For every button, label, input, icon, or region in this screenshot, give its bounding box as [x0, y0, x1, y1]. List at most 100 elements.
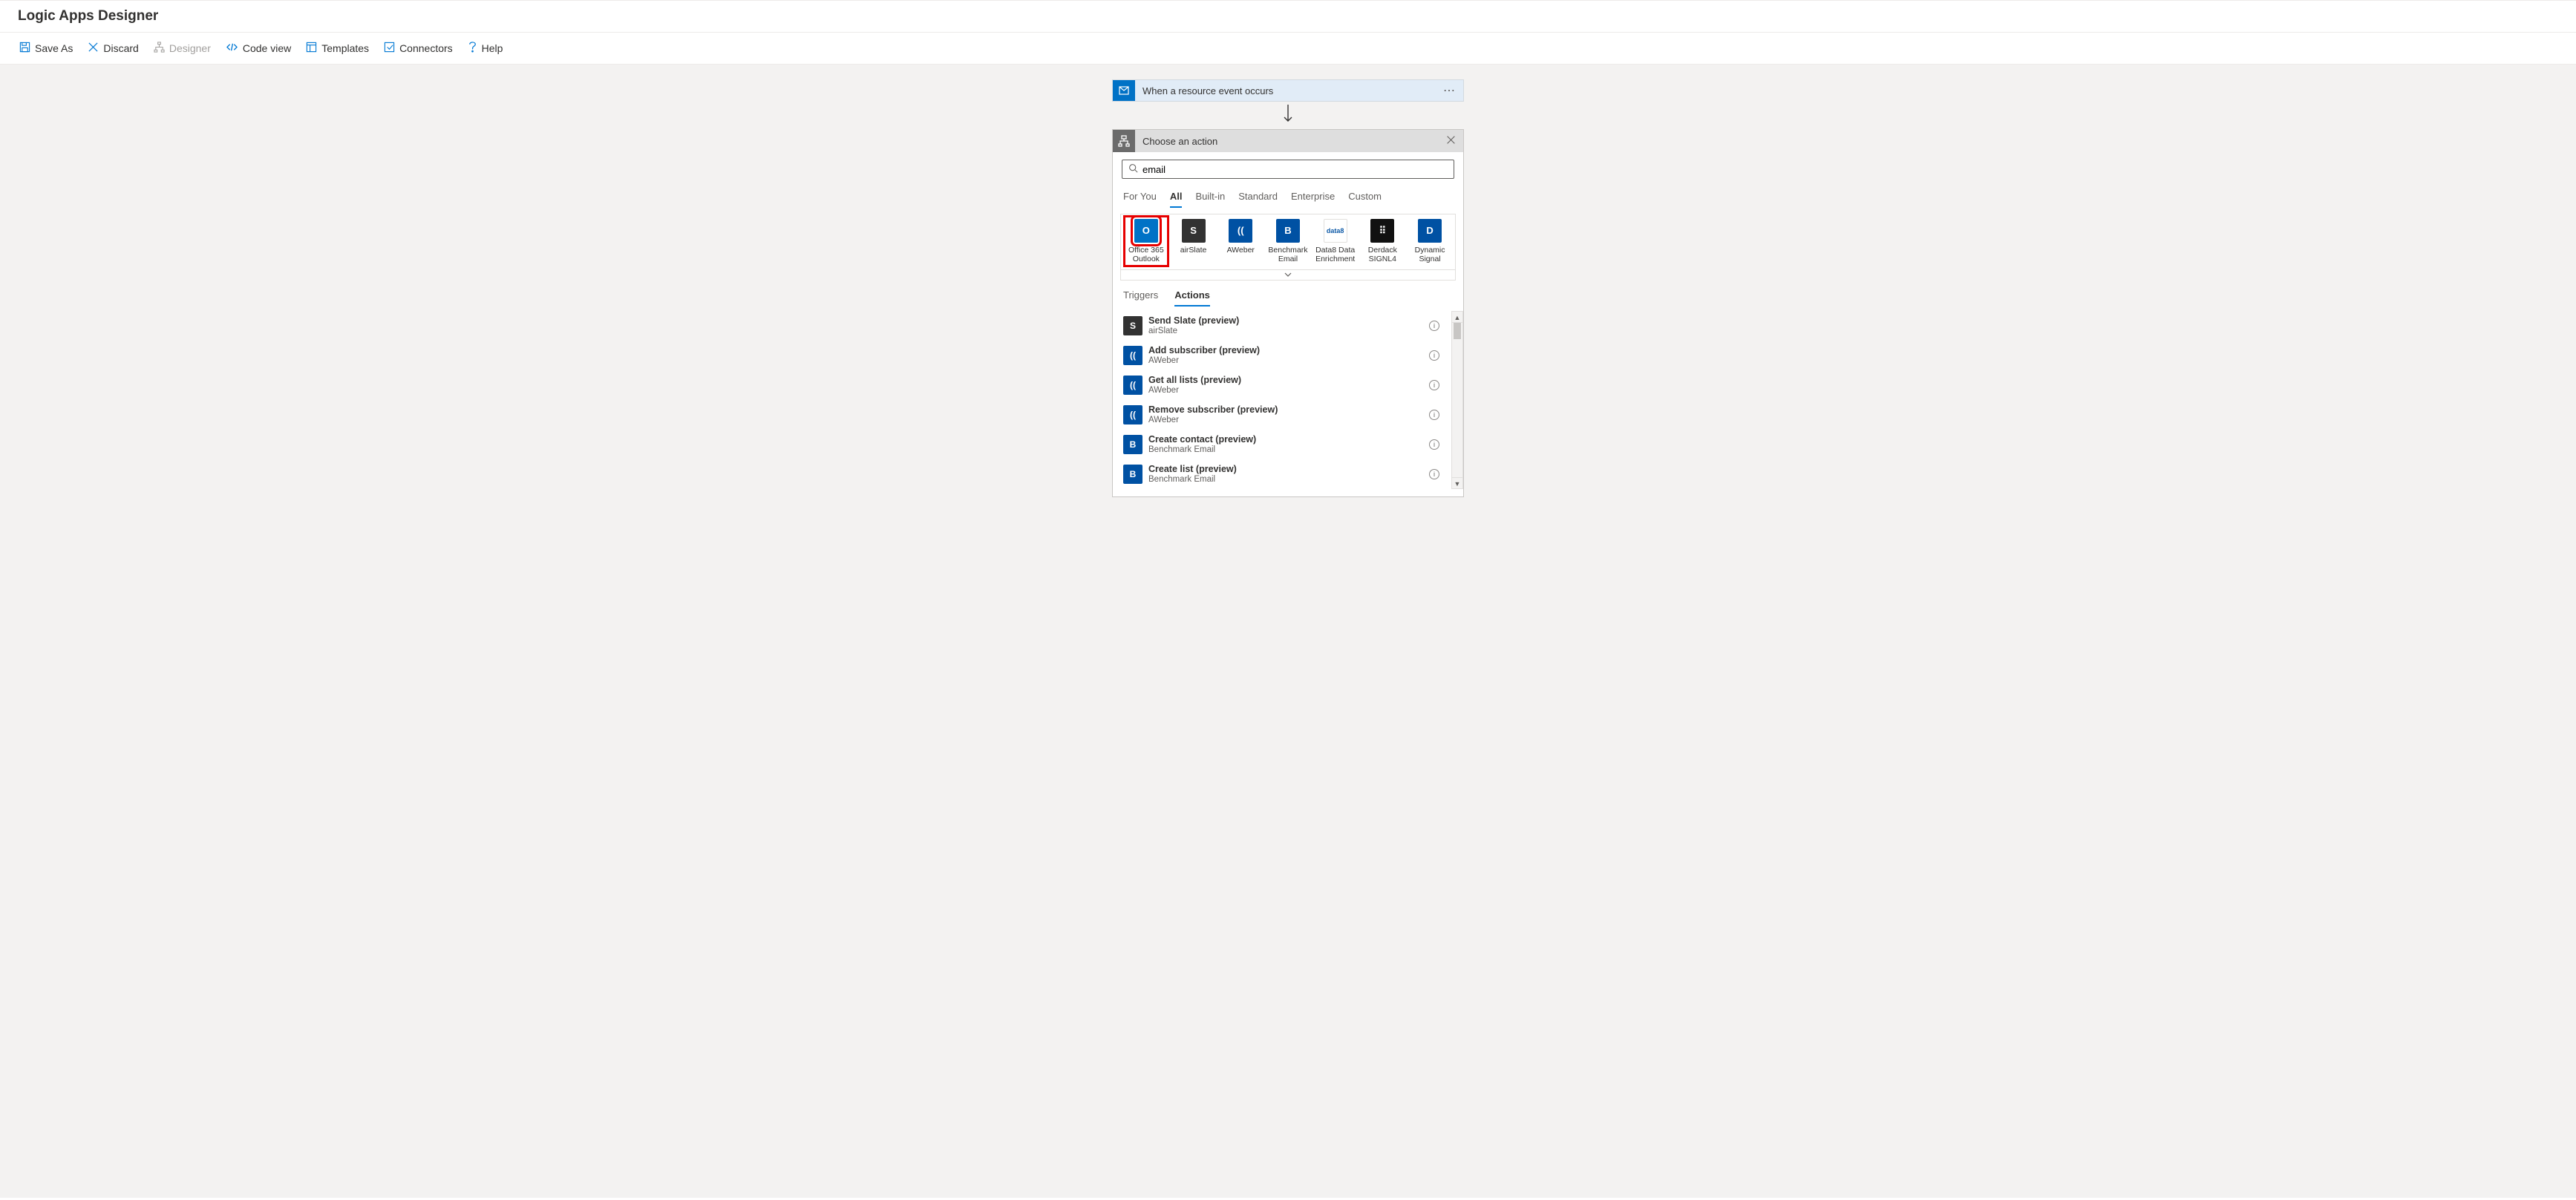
filter-tabs: For You All Built-in Standard Enterprise Cust… [1113, 183, 1463, 208]
connector-label: Office 365 Outlook [1124, 246, 1168, 263]
info-icon[interactable]: i [1429, 469, 1439, 479]
action-name: Add subscriber (preview) [1148, 345, 1423, 355]
connector-icon: (( [1229, 219, 1252, 243]
connector-grid: OOffice 365 OutlookSairSlate((AWeberBBen… [1121, 214, 1455, 269]
action-connector-name: Benchmark Email [1148, 474, 1423, 485]
designer-canvas: When a resource event occurs ⋯ Choose an… [0, 65, 2576, 1198]
action-item[interactable]: ((Remove subscriber (preview)AWeberi [1123, 400, 1448, 430]
filter-tab-built-in[interactable]: Built-in [1195, 186, 1225, 208]
triggers-actions-tabs: Triggers Actions [1113, 281, 1463, 306]
action-list: S Send Slate (preview)airSlate i (( Add subs… [1113, 311, 1451, 489]
info-icon[interactable]: i [1429, 321, 1439, 331]
connector-aweber[interactable]: (( AWeber [1218, 219, 1263, 266]
action-item[interactable]: (( Get all lists (preview)AWeberi [1123, 370, 1448, 400]
connector-icon: data8 [1324, 219, 1347, 243]
connectors-label: Connectors [399, 42, 453, 54]
search-input[interactable] [1142, 164, 1448, 175]
save-as-label: Save As [35, 42, 73, 54]
connector-arrow-icon [1281, 102, 1295, 129]
save-as-button[interactable]: Save As [13, 37, 79, 59]
action-name: Create contact (preview) [1148, 434, 1423, 445]
action-connector-icon: S [1123, 316, 1142, 335]
action-name: Get all lists (preview) [1148, 375, 1423, 385]
connector-label: airSlate [1171, 246, 1216, 255]
trigger-card[interactable]: When a resource event occurs ⋯ [1112, 79, 1464, 102]
connector-label: Benchmark Email [1266, 246, 1310, 263]
close-panel-button[interactable] [1439, 135, 1463, 147]
code-icon [226, 42, 238, 55]
action-item[interactable]: S Send Slate (preview)airSlate i [1123, 311, 1448, 341]
scroll-up-button[interactable]: ▲ [1451, 311, 1463, 323]
connector-derdack[interactable]: ⠿Derdack SIGNL4 [1360, 219, 1405, 266]
event-grid-icon [1113, 79, 1135, 102]
hierarchy-icon [154, 42, 165, 55]
connector-icon: O [1134, 219, 1158, 243]
connector-icon: ⠿ [1370, 219, 1394, 243]
action-connector-icon: (( [1123, 346, 1142, 365]
connector-icon: S [1182, 219, 1206, 243]
info-icon[interactable]: i [1429, 410, 1439, 420]
action-connector-name: AWeber [1148, 385, 1423, 396]
trigger-more-button[interactable]: ⋯ [1436, 83, 1463, 98]
action-name: Send Slate (preview) [1148, 315, 1423, 326]
connector-icon: D [1418, 219, 1442, 243]
expand-connectors-button[interactable] [1121, 269, 1455, 280]
info-icon[interactable]: i [1429, 439, 1439, 450]
ta-tab-actions[interactable]: Actions [1174, 289, 1210, 306]
page-title: Logic Apps Designer [0, 0, 2576, 33]
scrollbar[interactable]: ▲ ▼ [1451, 311, 1463, 489]
search-input-wrap[interactable] [1122, 160, 1454, 179]
connector-office365outlook[interactable]: O Office 365 Outlook [1124, 216, 1168, 266]
templates-label: Templates [321, 42, 369, 54]
info-icon[interactable]: i [1429, 350, 1439, 361]
connector-label: AWeber [1218, 246, 1263, 255]
scroll-thumb[interactable] [1454, 323, 1461, 339]
action-connector-name: AWeber [1148, 355, 1423, 366]
action-item[interactable]: (( Add subscriber (preview)AWeberi [1123, 341, 1448, 370]
action-connector-icon: B [1123, 435, 1142, 454]
trigger-title: When a resource event occurs [1135, 85, 1436, 96]
connector-data8[interactable]: data8 Data8 Data Enrichment [1313, 219, 1358, 266]
action-connector-name: Benchmark Email [1148, 445, 1423, 455]
designer-label: Designer [169, 42, 211, 54]
filter-tab-all[interactable]: All [1170, 186, 1183, 208]
save-icon [19, 42, 30, 55]
help-icon [468, 42, 477, 55]
connector-label: Dynamic Signal [1408, 246, 1452, 263]
discard-label: Discard [103, 42, 138, 54]
toolbar: Save As Discard Designer Code view Templ… [0, 33, 2576, 65]
connector-icon: B [1276, 219, 1300, 243]
filter-tab-for-you[interactable]: For You [1123, 186, 1157, 208]
help-label: Help [482, 42, 503, 54]
filter-tab-enterprise[interactable]: Enterprise [1291, 186, 1335, 208]
connectors-icon [384, 42, 395, 55]
scroll-track[interactable] [1451, 323, 1463, 477]
action-item[interactable]: B Create list (preview)Benchmark Email i [1123, 459, 1448, 489]
connector-airslate[interactable]: SairSlate [1171, 219, 1216, 266]
connector-dynamicsignal[interactable]: D Dynamic Signal [1408, 219, 1452, 266]
scroll-down-button[interactable]: ▼ [1451, 477, 1463, 489]
connector-label: Data8 Data Enrichment [1313, 246, 1358, 263]
connectors-button[interactable]: Connectors [378, 37, 459, 59]
designer-button: Designer [148, 37, 217, 59]
choose-action-header: Choose an action [1113, 130, 1463, 152]
action-name: Create list (preview) [1148, 464, 1423, 474]
help-button[interactable]: Help [462, 37, 509, 59]
action-item[interactable]: B Create contact (preview)Benchmark Email… [1123, 430, 1448, 459]
connector-benchmark[interactable]: B Benchmark Email [1266, 219, 1310, 266]
ta-tab-triggers[interactable]: Triggers [1123, 289, 1158, 306]
choose-action-title: Choose an action [1135, 136, 1439, 147]
code-view-button[interactable]: Code view [220, 37, 297, 59]
action-connector-icon: (( [1123, 376, 1142, 395]
search-icon [1128, 163, 1138, 175]
filter-tab-custom[interactable]: Custom [1348, 186, 1382, 208]
info-icon[interactable]: i [1429, 380, 1439, 390]
templates-button[interactable]: Templates [300, 37, 375, 59]
filter-tab-standard[interactable]: Standard [1238, 186, 1278, 208]
action-connector-icon: B [1123, 465, 1142, 484]
action-connector-name: AWeber [1148, 415, 1423, 425]
discard-button[interactable]: Discard [82, 37, 144, 59]
action-connector-name: airSlate [1148, 326, 1423, 336]
action-icon [1113, 130, 1135, 152]
code-view-label: Code view [243, 42, 291, 54]
